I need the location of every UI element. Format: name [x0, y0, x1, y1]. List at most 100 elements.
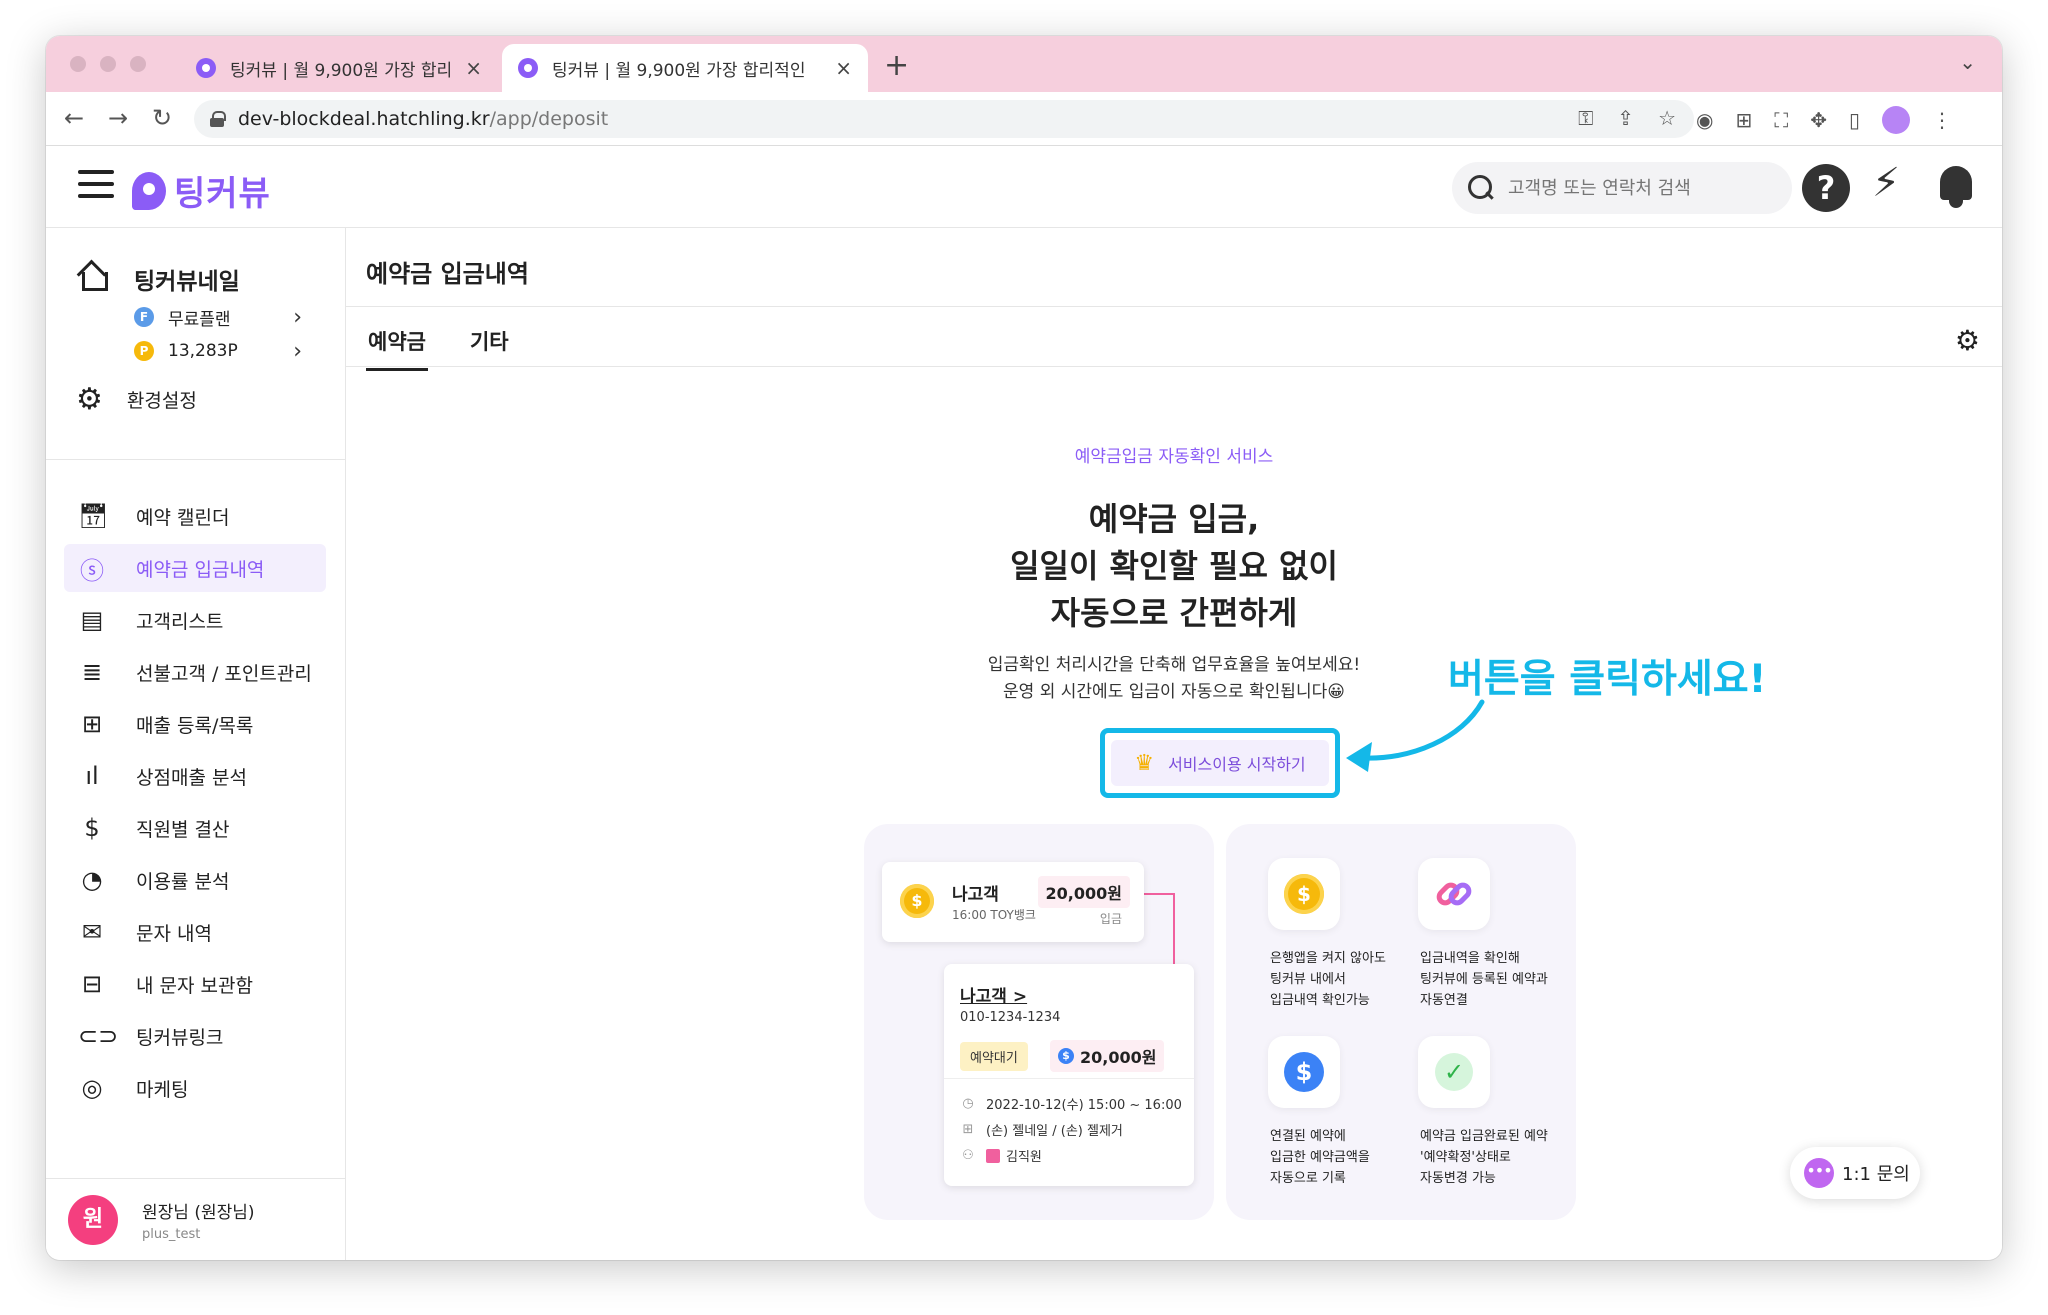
people-icon: ⚇: [962, 1148, 974, 1163]
start-service-button[interactable]: ♛ 서비스이용 시작하기: [1111, 740, 1329, 786]
check-glyph: ✓: [1435, 1053, 1473, 1091]
deposit-customer-name: 나고객: [952, 885, 999, 905]
feature-text: 입금내역을 확인해 팅커뷰에 등록된 예약과 자동연결: [1420, 948, 1580, 1011]
hero-title-line: 자동으로 간편하게: [1050, 594, 1298, 632]
browser-tab-title: 팅커뷰 | 월 9,900원 가장 합리적인: [552, 60, 806, 81]
search-input[interactable]: [1508, 177, 1768, 199]
tab-search-chevron-icon[interactable]: ⌄: [1959, 50, 1976, 74]
user-id: plus_test: [142, 1226, 201, 1242]
plan-row[interactable]: F 무료플랜 ›: [134, 302, 314, 332]
tinkerview-favicon-icon: [196, 58, 216, 78]
sidebar-item-customer-list[interactable]: ▤ 고객리스트: [64, 596, 326, 644]
points-row[interactable]: P 13,283P ›: [134, 336, 314, 366]
window-close-dot[interactable]: [70, 56, 86, 72]
search-icon: [1468, 175, 1494, 201]
new-tab-button[interactable]: +: [884, 48, 909, 83]
sidebar-item-tinkerview-link[interactable]: ⊂⊃ 팅커뷰링크: [64, 1012, 326, 1060]
tab-deposit[interactable]: 예약금: [366, 316, 428, 371]
help-button[interactable]: ?: [1802, 164, 1850, 212]
feature-line: 연결된 예약에: [1270, 1129, 1346, 1144]
document-icon: ▤: [80, 606, 104, 634]
shop-name: 팅커뷰네일: [134, 269, 240, 295]
bookmark-star-icon[interactable]: ☆: [1658, 106, 1676, 130]
app-logo[interactable]: 팅커뷰: [132, 166, 271, 215]
inquiry-label: 1:1 문의: [1842, 1164, 1910, 1185]
divider: [346, 366, 2002, 367]
reservation-datetime: 2022-10-12(수) 15:00 ~ 16:00: [986, 1098, 1182, 1113]
sidebar-item-usage-analysis[interactable]: ◔ 이용률 분석: [64, 856, 326, 904]
extensions-puzzle-icon[interactable]: ✥: [1810, 108, 1827, 132]
reservation-phone: 010-1234-1234: [960, 1010, 1061, 1025]
link-icon: ⊂⊃: [78, 1022, 119, 1050]
sidebar-item-sms-history[interactable]: ✉ 문자 내역: [64, 908, 326, 956]
start-service-label: 서비스이용 시작하기: [1168, 755, 1306, 774]
feature-line: 입금한 예약금액을: [1270, 1150, 1370, 1165]
hero-title-line: 예약금 입금,: [1088, 500, 1260, 538]
reservation-datetime-row: ◷ 2022-10-12(수) 15:00 ~ 16:00: [960, 1094, 1182, 1113]
sidebar-item-label: 고객리스트: [136, 610, 224, 633]
points-value: 13,283P: [168, 341, 238, 361]
one-on-one-inquiry-button[interactable]: ••• 1:1 문의: [1790, 1147, 1920, 1199]
browser-tab[interactable]: 팅커뷰 | 월 9,900원 가장 합리적인 ×: [180, 44, 498, 92]
hamburger-menu-icon[interactable]: [78, 170, 114, 200]
sidebar-item-prepaid-points[interactable]: ≣ 선불고객 / 포인트관리: [64, 648, 326, 696]
translate-icon[interactable]: ⊞: [1735, 108, 1752, 132]
browser-toolbar: ← → ↻ dev-blockdeal.hatchling.kr/app/dep…: [46, 92, 2002, 146]
sidebar-item-sales-analysis[interactable]: ıl 상점매출 분석: [64, 752, 326, 800]
hero-tag: 예약금입금 자동확인 서비스: [1074, 447, 1274, 467]
sidebar-item-marketing[interactable]: ◎ 마케팅: [64, 1064, 326, 1112]
window-minimize-dot[interactable]: [100, 56, 116, 72]
coin-glyph: $: [1284, 874, 1324, 914]
tab-other[interactable]: 기타: [468, 316, 511, 371]
customer-search[interactable]: [1452, 162, 1792, 214]
screenshot-icon[interactable]: ⛶: [1774, 108, 1788, 132]
sidebar-item-label: 팅커뷰링크: [136, 1026, 224, 1049]
chevron-right-icon: ›: [293, 338, 302, 364]
sidebar-item-sms-archive[interactable]: ⊟ 내 문자 보관함: [64, 960, 326, 1008]
reservation-service: (손) 젤네일 / (손) 젤제거: [986, 1124, 1123, 1139]
settings-gear-icon[interactable]: ⚙: [1955, 324, 1980, 357]
hero-title: 예약금 입금, 일일이 확인할 필요 없이 자동으로 간편하게: [346, 496, 2002, 637]
sidebar-item-staff-settlement[interactable]: $ 직원별 결산: [64, 804, 326, 852]
window-zoom-dot[interactable]: [130, 56, 146, 72]
notification-bell-icon[interactable]: [1936, 162, 1976, 210]
sidebar-menu: 📅︎ 예약 캘린더 ⓢ 예약금 입금내역 ▤ 고객리스트 ≣ 선불고객 / 포인…: [64, 492, 326, 1116]
key-icon[interactable]: ⚿: [1578, 106, 1593, 130]
browser-menu-icon[interactable]: ⋮: [1932, 108, 1952, 132]
sidebar-user[interactable]: 원 원장님 (원장님) plus_test: [46, 1178, 346, 1260]
feature-line: 입금내역을 확인해: [1420, 951, 1520, 966]
tab-close-icon[interactable]: ×: [465, 56, 482, 80]
reservation-amount: $ 20,000원: [1050, 1040, 1165, 1072]
side-panel-icon[interactable]: ▯: [1849, 108, 1860, 132]
forward-arrow-icon[interactable]: →: [108, 104, 128, 132]
chat-bubble-icon: •••: [1804, 1158, 1834, 1188]
hero-title-line: 일일이 확인할 필요 없이: [1010, 547, 1338, 585]
share-icon[interactable]: ⇪: [1617, 106, 1634, 130]
back-arrow-icon[interactable]: ←: [64, 104, 84, 132]
lightning-icon[interactable]: ⚡: [1872, 160, 1900, 206]
profile-avatar-icon[interactable]: [1882, 106, 1910, 134]
tab-close-icon[interactable]: ×: [835, 56, 852, 80]
feature-line: 자동으로 기록: [1270, 1171, 1346, 1186]
camera-icon[interactable]: ◉: [1696, 108, 1713, 132]
address-bar[interactable]: dev-blockdeal.hatchling.kr/app/deposit ⚿…: [194, 100, 1694, 138]
browser-tab-active[interactable]: 팅커뷰 | 월 9,900원 가장 합리적인 ×: [502, 44, 868, 92]
home-icon[interactable]: [78, 262, 108, 291]
link-icon: [1418, 858, 1490, 930]
settings-label: 환경설정: [126, 390, 197, 412]
content-tabs: 예약금 기타: [366, 316, 551, 371]
crown-icon: ♛: [1134, 750, 1155, 776]
deposit-card: $ 나고객 16:00 TOY뱅크 20,000원 입금: [882, 862, 1144, 942]
reservation-customer-name: 나고객 >: [960, 987, 1028, 1007]
sidebar-item-sales-register[interactable]: ⊞ 매출 등록/목록: [64, 700, 326, 748]
callout-arrow-icon: [1346, 699, 1485, 772]
sidebar-item-calendar[interactable]: 📅︎ 예약 캘린더: [64, 492, 326, 540]
feature-line: 입금내역 확인가능: [1270, 993, 1370, 1008]
sidebar-item-deposit-history[interactable]: ⓢ 예약금 입금내역: [64, 544, 326, 592]
sidebar-item-label: 직원별 결산: [136, 818, 230, 841]
reload-icon[interactable]: ↻: [152, 104, 172, 132]
sidebar-item-label: 내 문자 보관함: [136, 974, 253, 997]
sidebar-item-settings[interactable]: ⚙ 환경설정: [76, 382, 197, 417]
file-plus-icon: ⊞: [81, 710, 103, 738]
mail-icon: ✉: [81, 918, 103, 946]
